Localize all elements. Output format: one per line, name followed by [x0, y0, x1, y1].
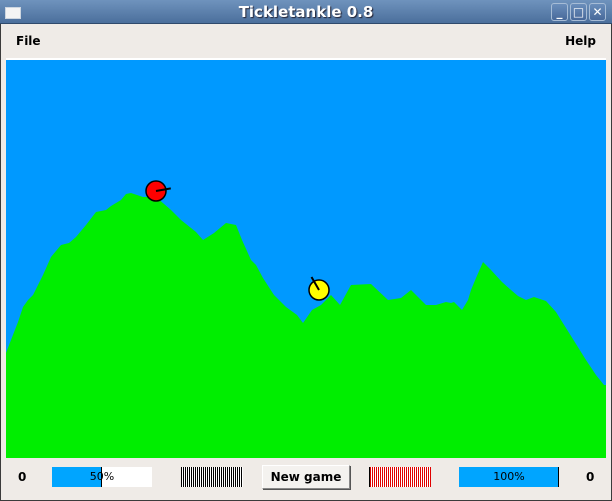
right-power-bar: 100% [459, 467, 559, 487]
menu-bar: File Help [1, 24, 611, 58]
left-player-score: 0 [18, 470, 27, 484]
left-power-bar: 50% [52, 467, 152, 487]
window-frame-left [0, 24, 1, 501]
minimize-button[interactable]: _ [551, 3, 568, 21]
game-canvas[interactable] [6, 60, 606, 458]
maximize-button[interactable]: □ [570, 3, 587, 21]
right-power-label: 100% [493, 470, 525, 483]
window-title: Tickletankle 0.8 [238, 3, 374, 21]
left-player-indicator [181, 467, 243, 487]
title-bar: Tickletankle 0.8 _ □ ✕ [0, 0, 612, 24]
close-icon: ✕ [592, 5, 603, 19]
right-player-score: 0 [586, 470, 595, 484]
status-bar: 0 50% New game 100% 0 [1, 458, 611, 500]
new-game-button[interactable]: New game [262, 465, 350, 489]
game-field[interactable] [6, 58, 606, 458]
right-player-indicator [369, 467, 431, 487]
menu-help[interactable]: Help [565, 34, 596, 48]
menu-file[interactable]: File [16, 34, 41, 48]
close-button[interactable]: ✕ [589, 3, 606, 21]
left-power-label: 50% [89, 470, 115, 483]
maximize-icon: □ [572, 5, 585, 19]
minimize-icon: _ [556, 5, 563, 19]
